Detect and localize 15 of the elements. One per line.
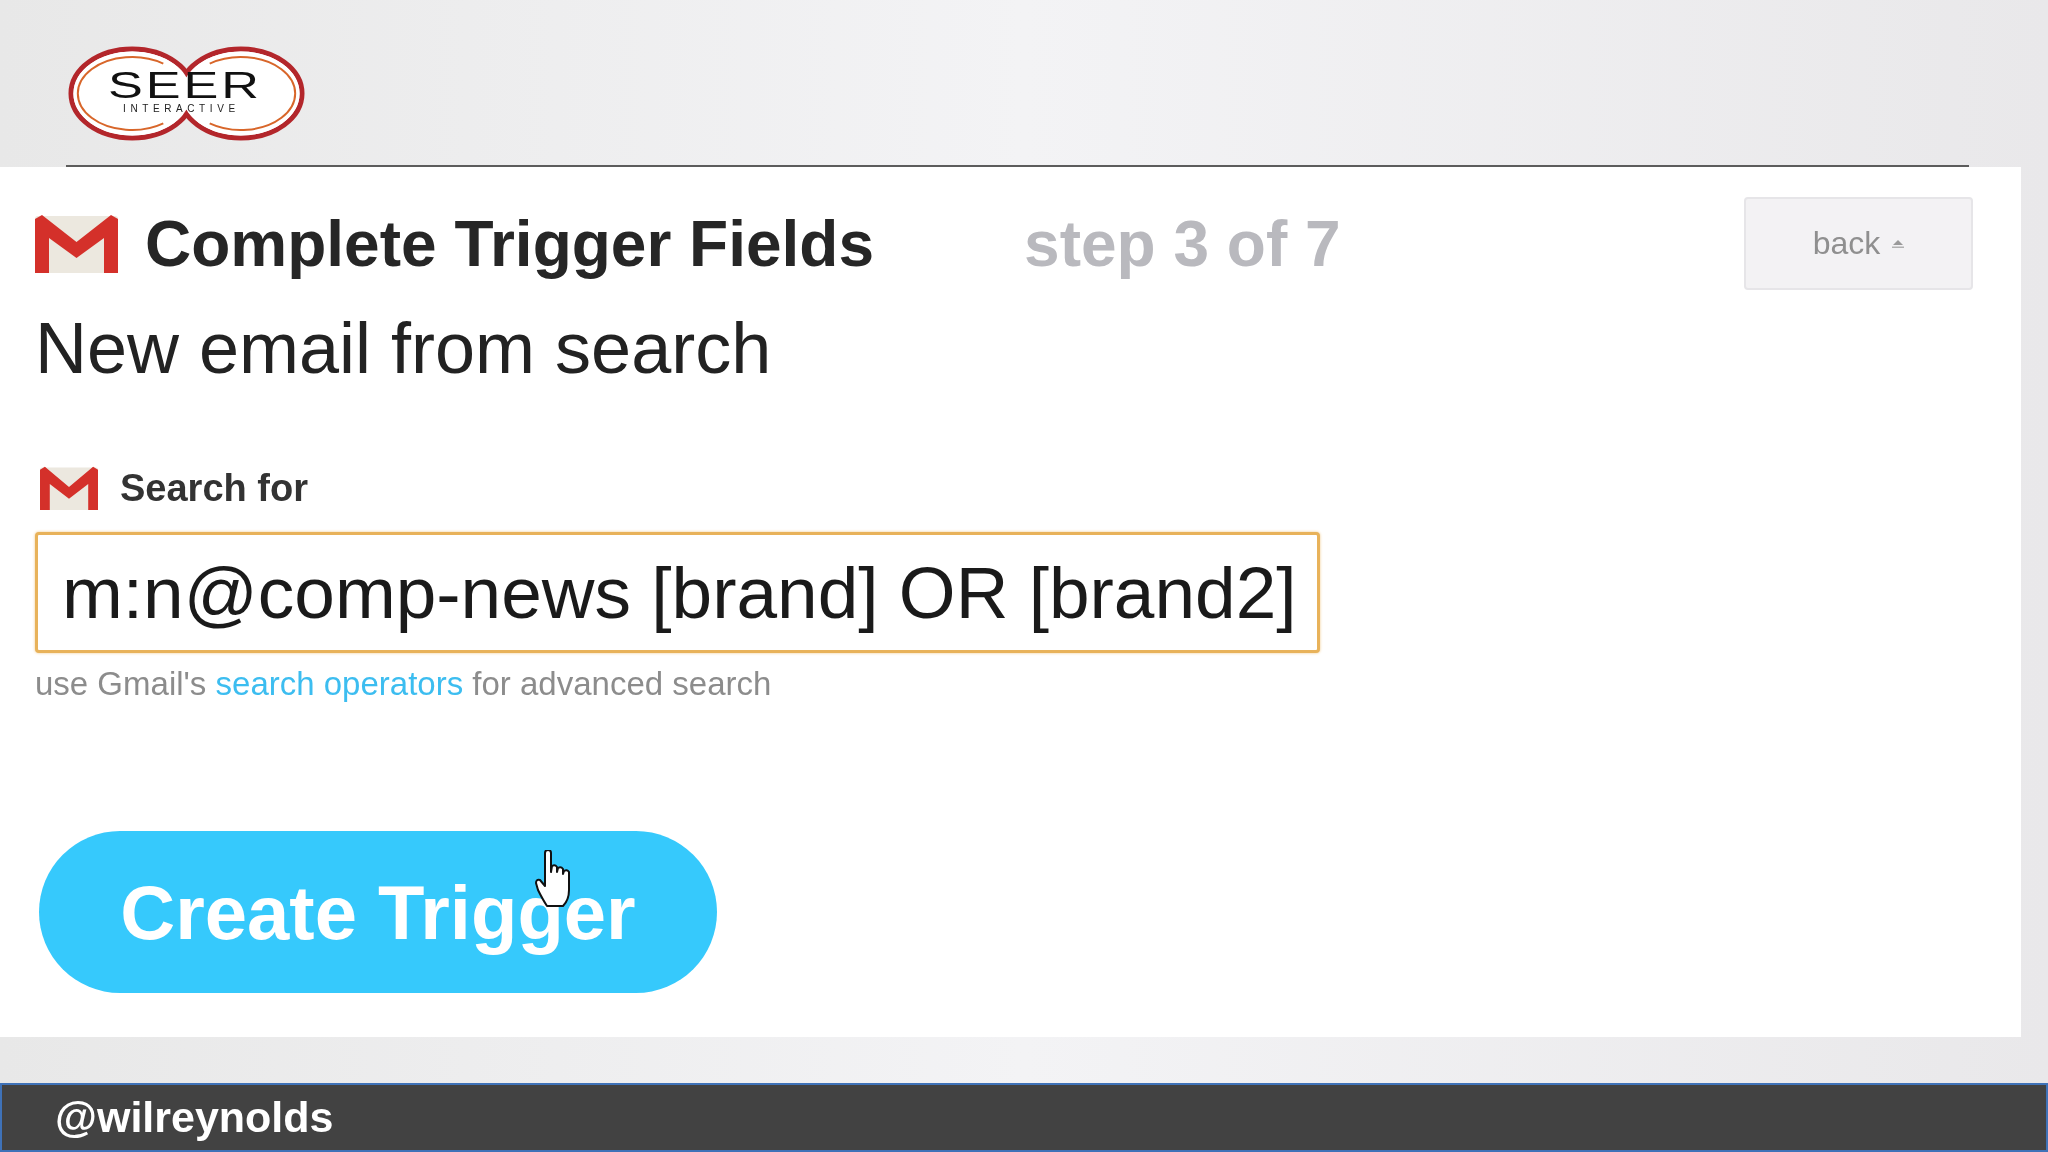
create-trigger-button[interactable]: Create Trigger — [39, 831, 717, 993]
step-indicator: step 3 of 7 — [1024, 206, 1341, 281]
logo-tagline: INTERACTIVE — [123, 103, 240, 115]
hint-text: use Gmail's search operators for advanced search — [35, 665, 772, 703]
trigger-name: New email from search — [35, 307, 772, 390]
search-operators-link[interactable]: search operators — [215, 665, 464, 702]
envelope-icon — [35, 214, 118, 273]
field-label: Search for — [120, 466, 308, 510]
caret-up-icon — [1892, 239, 1905, 248]
envelope-icon — [40, 466, 98, 510]
search-field[interactable]: m:n@comp-news [brand] OR [brand2] — [35, 532, 1320, 653]
logo-wordmark: SEER — [108, 68, 262, 104]
back-button[interactable]: back — [1744, 197, 1973, 290]
page-title: Complete Trigger Fields — [145, 206, 875, 281]
presenter-handle: @wilreynolds — [55, 1093, 334, 1142]
